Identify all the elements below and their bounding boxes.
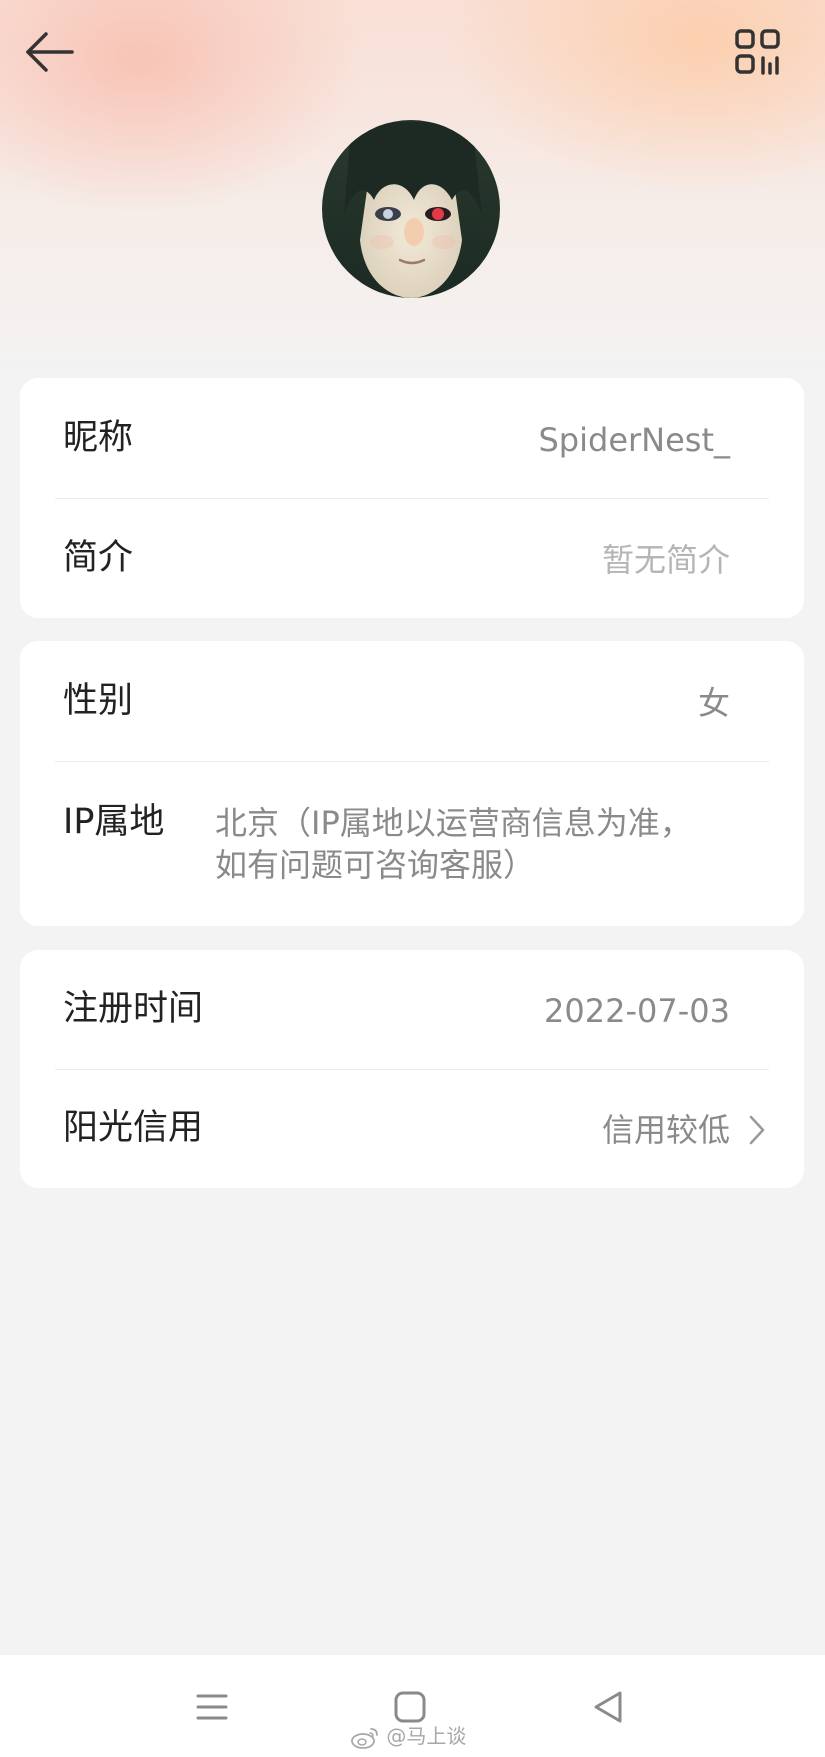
gender-label: 性别: [63, 681, 134, 721]
qr-code-icon: [735, 29, 780, 75]
chevron-right-icon: [749, 1115, 765, 1145]
ip-location-label: IP属地: [63, 802, 165, 842]
register-time-row: 注册时间 2022-07-03: [20, 950, 804, 1069]
avatar-image: [322, 120, 500, 298]
bio-label: 简介: [63, 538, 134, 578]
info-card: 性别 女 IP属地 北京（IP属地以运营商信息为准， 如有问题可咨询客服）: [20, 641, 804, 926]
back-button[interactable]: [22, 26, 78, 78]
profile-card: 昵称 SpiderNest_ 简介 暂无简介: [20, 378, 804, 618]
back-triangle-icon: [594, 1691, 622, 1723]
menu-button[interactable]: [190, 1685, 234, 1729]
gender-value: 女: [697, 684, 730, 722]
ip-location-value-line1: 北京（IP属地以运营商信息为准，: [215, 804, 692, 842]
weibo-icon: [351, 1727, 378, 1749]
system-back-button[interactable]: [586, 1685, 630, 1729]
bio-row[interactable]: 简介 暂无简介: [20, 499, 804, 618]
qr-code-button[interactable]: [734, 28, 782, 76]
ip-location-row: IP属地 北京（IP属地以运营商信息为准， 如有问题可咨询客服）: [20, 762, 804, 926]
nickname-value: SpiderNest_: [538, 421, 730, 459]
nickname-row[interactable]: 昵称 SpiderNest_: [20, 378, 804, 498]
top-bar: [0, 0, 825, 110]
avatar[interactable]: [322, 120, 500, 298]
watermark: @马上谈: [350, 1722, 466, 1750]
menu-icon: [196, 1694, 228, 1720]
gender-row[interactable]: 性别 女: [20, 641, 804, 761]
bio-value: 暂无简介: [601, 541, 730, 579]
account-card: 注册时间 2022-07-03 阳光信用 信用较低: [20, 950, 804, 1188]
ip-location-value-line2: 如有问题可咨询客服）: [215, 846, 536, 884]
register-time-value: 2022-07-03: [544, 992, 730, 1030]
ip-location-value: 北京（IP属地以运营商信息为准， 如有问题可咨询客服）: [215, 802, 735, 886]
watermark-text: @马上谈: [386, 1724, 467, 1748]
credit-value: 信用较低: [601, 1111, 730, 1149]
profile-info-page: 昵称 SpiderNest_ 简介 暂无简介 性别 女 IP属地 北京（IP属地…: [0, 0, 825, 1757]
register-time-label: 注册时间: [63, 989, 204, 1029]
credit-label: 阳光信用: [63, 1108, 204, 1148]
credit-row[interactable]: 阳光信用 信用较低: [20, 1070, 804, 1188]
arrow-left-icon: [26, 32, 74, 72]
nickname-label: 昵称: [63, 418, 134, 458]
